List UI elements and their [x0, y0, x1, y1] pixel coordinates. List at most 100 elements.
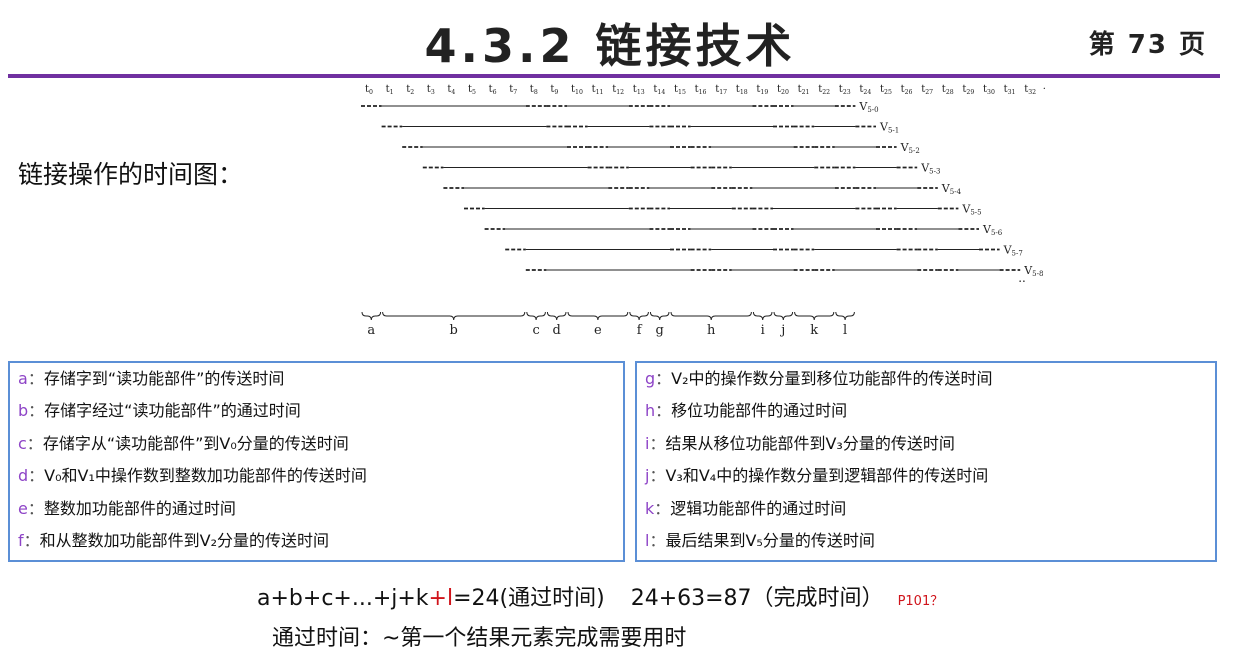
row-label: V5-5	[961, 203, 981, 217]
tick-label: t21	[798, 84, 810, 96]
tick-label: t30	[983, 84, 995, 96]
tick-label: t29	[962, 84, 974, 96]
tick-label: t6	[489, 84, 497, 96]
tick-label: t9	[550, 84, 558, 96]
legend-key: g	[645, 369, 656, 388]
tick-label: t28	[942, 84, 954, 96]
brace-j	[773, 311, 794, 321]
legend-text: 存储字到“读功能部件”的传送时间	[43, 369, 285, 388]
legend-separator: ：	[28, 466, 45, 486]
row-label: V5-4	[941, 182, 962, 196]
legend-separator: ：	[655, 401, 672, 421]
brace-b	[382, 311, 526, 321]
legend-separator: ：	[649, 433, 666, 453]
tick-label: t14	[653, 84, 665, 96]
legend-separator: ：	[649, 530, 666, 550]
formula-plus-l: +l	[428, 586, 454, 611]
brace-label-c: c	[532, 323, 539, 338]
formula-completion: 24+63=87（完成时间）	[630, 586, 884, 611]
page-number: 第 73 页	[1088, 30, 1207, 60]
continuation-dots: ··	[1018, 275, 1026, 289]
brace-i	[752, 311, 773, 321]
brace-label-k: k	[810, 323, 818, 338]
legend-separator: ：	[649, 466, 666, 486]
brace-label-j: j	[779, 323, 785, 338]
brace-label-f: f	[637, 323, 643, 338]
tick-label: t1	[386, 84, 394, 96]
tick-label: t5	[468, 84, 476, 96]
legend-box-left: a：存储字到“读功能部件”的传送时间 b：存储字经过“读功能部件”的通过时间 c：存…	[8, 361, 625, 562]
row-label: V5-2	[900, 141, 920, 155]
brace-label-d: d	[553, 323, 561, 338]
legend-separator: ：	[655, 369, 672, 388]
legend-key: d	[18, 466, 29, 486]
formula-sum: a+b+c+...+j+k	[257, 586, 429, 611]
legend-item-h: h：移位功能部件的通过时间	[637, 395, 1215, 427]
legend-key: k	[645, 498, 655, 518]
legend-item-b: b：存储字经过“读功能部件”的通过时间	[10, 395, 623, 427]
tick-label: t11	[592, 84, 604, 96]
legend-text: 整数加功能部件的通过时间	[43, 498, 236, 518]
legend-separator: ：	[27, 498, 44, 518]
tick-label: t32	[1024, 84, 1036, 96]
legend-text: V₀和V₁中操作数到整数加功能部件的传送时间	[44, 466, 367, 486]
page-reference: P101？	[897, 594, 944, 609]
legend-item-f: f：和从整数加功能部件到V₂分量的传送时间	[10, 525, 623, 557]
legend-separator: ：	[26, 433, 43, 453]
legend-item-k: k：逻辑功能部件的通过时间	[637, 493, 1215, 525]
row-label: V5-8	[1023, 264, 1043, 278]
tick-label: t22	[818, 84, 830, 96]
row-label: V5-7	[1003, 244, 1023, 258]
pass-time-note: 通过时间：~第一个结果元素完成需要用时	[272, 626, 687, 651]
legend-text: 存储字从“读功能部件”到V₀分量的传送时间	[42, 433, 349, 453]
brace-k	[794, 311, 835, 321]
row-label: V5-6	[982, 223, 1003, 237]
tick-label: t0	[365, 84, 373, 96]
tick-label: t27	[921, 84, 933, 96]
tick-label: t18	[736, 84, 748, 96]
tick-label: t25	[880, 84, 892, 96]
legend-separator: ：	[28, 401, 45, 421]
brace-c	[526, 311, 546, 321]
timing-chart-label: 链接操作的时间图：	[18, 160, 244, 189]
legend-item-g: g：V₂中的操作数分量到移位功能部件的传送时间	[637, 363, 1215, 395]
legend-text: 存储字经过“读功能部件”的通过时间	[44, 401, 301, 421]
tick-label: t13	[633, 84, 645, 96]
legend-separator: ：	[654, 498, 671, 518]
row-label: V5-0	[858, 100, 878, 114]
brace-a	[361, 311, 382, 321]
legend-item-a: a：存储字到“读功能部件”的传送时间	[10, 363, 623, 395]
legend-text: 移位功能部件的通过时间	[671, 401, 848, 421]
legend-text: 结果从移位功能部件到V₃分量的传送时间	[665, 433, 955, 453]
legend-text: V₂中的操作数分量到移位功能部件的传送时间	[671, 369, 993, 388]
legend-item-d: d：V₀和V₁中操作数到整数加功能部件的传送时间	[10, 460, 623, 492]
legend-item-i: i：结果从移位功能部件到V₃分量的传送时间	[637, 428, 1215, 460]
brace-label-g: g	[656, 323, 664, 338]
tick-label: t16	[695, 84, 707, 96]
brace-d	[546, 311, 567, 321]
legend-text: 和从整数加功能部件到V₂分量的传送时间	[39, 530, 330, 550]
row-label: V5-3	[920, 162, 940, 176]
brace-label-e: e	[594, 323, 602, 338]
tick-label: t10	[571, 84, 583, 96]
brace-f	[629, 311, 649, 321]
brace-e	[567, 311, 629, 321]
slide-title: 4.3.2 链接技术	[424, 19, 796, 73]
tick-trailing-dot: ·	[1043, 84, 1046, 95]
legend-separator: ：	[27, 369, 44, 388]
legend-key: b	[18, 401, 29, 421]
brace-l	[835, 311, 855, 321]
formula-equals: =24(通过时间)	[453, 586, 605, 611]
tick-label: t17	[715, 84, 727, 96]
legend-key: c	[18, 433, 27, 453]
tick-label: t3	[427, 84, 435, 96]
legend-item-e: e：整数加功能部件的通过时间	[10, 493, 623, 525]
legend-item-l: l：最后结果到V₅分量的传送时间	[637, 525, 1215, 557]
brace-label-h: h	[707, 323, 716, 338]
tick-label: t24	[859, 84, 871, 96]
tick-label: t31	[1004, 84, 1016, 96]
brace-g	[649, 311, 670, 321]
row-label: V5-1	[879, 121, 899, 135]
legend-item-j: j：V₃和V₄中的操作数分量到逻辑部件的传送时间	[637, 460, 1215, 492]
tick-label: t12	[612, 84, 624, 96]
